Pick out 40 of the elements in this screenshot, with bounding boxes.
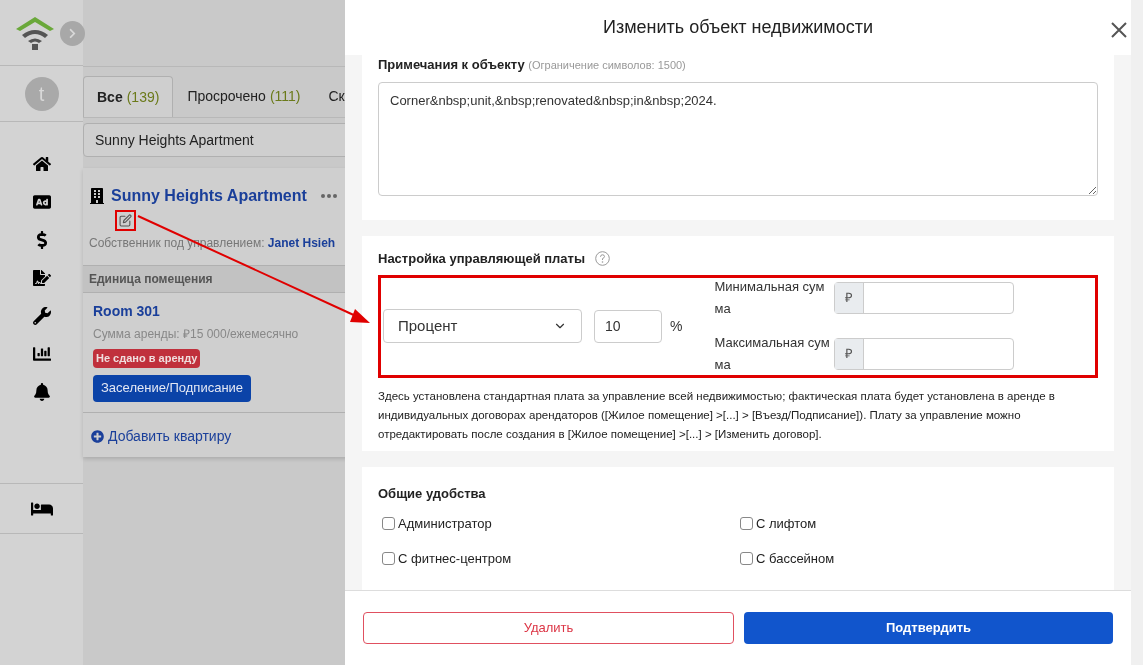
edit-button[interactable]: [115, 210, 136, 231]
fee-note: Здесь установлена стандартная плата за управление всей недвижимостью; фактическая плата будет установлена в аренде в индивидуальных договорах арендаторов ([Жилое помещение] >[...] > [Въезд/Подписание]). Плату за управление можно отредактировать после создания в [Жилое помещение] >[...] > [Изменить договор].: [378, 388, 1056, 442]
wrench-icon[interactable]: [32, 307, 51, 325]
more-icon[interactable]: [320, 194, 337, 198]
unit-name[interactable]: Room 301: [93, 301, 160, 322]
status-badge: Не сдано в аренду: [93, 349, 201, 368]
chevron-right-icon: [67, 28, 78, 39]
add-unit-link[interactable]: Добавить квартиру: [83, 412, 363, 447]
amenity-checkbox[interactable]: С фитнес-центром: [382, 549, 740, 569]
max-amount-field[interactable]: ₽: [834, 338, 1015, 370]
min-amount-label: Минимальная сумма: [714, 278, 826, 318]
fee-value-field[interactable]: 10: [594, 309, 662, 343]
amenity-checkbox[interactable]: С лифтом: [740, 513, 1098, 533]
percent-label: %: [670, 316, 683, 336]
notes-label: Примечания к объекту (Ограничение символов: 1500): [378, 56, 687, 74]
signed-document-icon[interactable]: [32, 269, 51, 287]
notes-field[interactable]: Corner&nbsp;unit,&nbsp;renovated&nbsp;in&nbsp;2024.: [378, 81, 1098, 196]
tab[interactable]: Просрочено (111): [173, 76, 315, 117]
amenities-title: Общие удобства: [378, 485, 487, 503]
bell-icon[interactable]: [32, 383, 51, 401]
move-in-button[interactable]: Заселение/Подписание: [93, 374, 252, 402]
ad-icon[interactable]: [32, 193, 51, 211]
amenity-checkbox[interactable]: С бассейном: [740, 549, 1098, 569]
fee-type-select[interactable]: Процент: [383, 309, 582, 343]
building-icon: [89, 188, 105, 204]
fee-title: Настройка управляющей платы: [378, 250, 586, 268]
property-title[interactable]: Sunny Heights Apartment: [111, 184, 307, 208]
scrollbar[interactable]: [1131, 0, 1143, 665]
tab[interactable]: Все (139): [83, 76, 174, 117]
close-icon[interactable]: [1111, 22, 1127, 38]
delete-button[interactable]: Удалить: [363, 612, 734, 644]
modal-title: Изменить объект недвижимости: [603, 16, 873, 39]
logo-icon: [14, 14, 56, 51]
home-icon[interactable]: [32, 155, 51, 173]
confirm-button[interactable]: Подтвердить: [744, 612, 1113, 644]
bar-chart-icon[interactable]: [32, 345, 51, 363]
amenity-checkbox[interactable]: Администратор: [382, 513, 740, 533]
max-amount-label: Максимальная сумма: [714, 334, 831, 374]
min-amount-field[interactable]: ₽: [834, 282, 1015, 314]
rent-text: Сумма аренды: ₽15 000/ежемесячно: [93, 326, 299, 343]
